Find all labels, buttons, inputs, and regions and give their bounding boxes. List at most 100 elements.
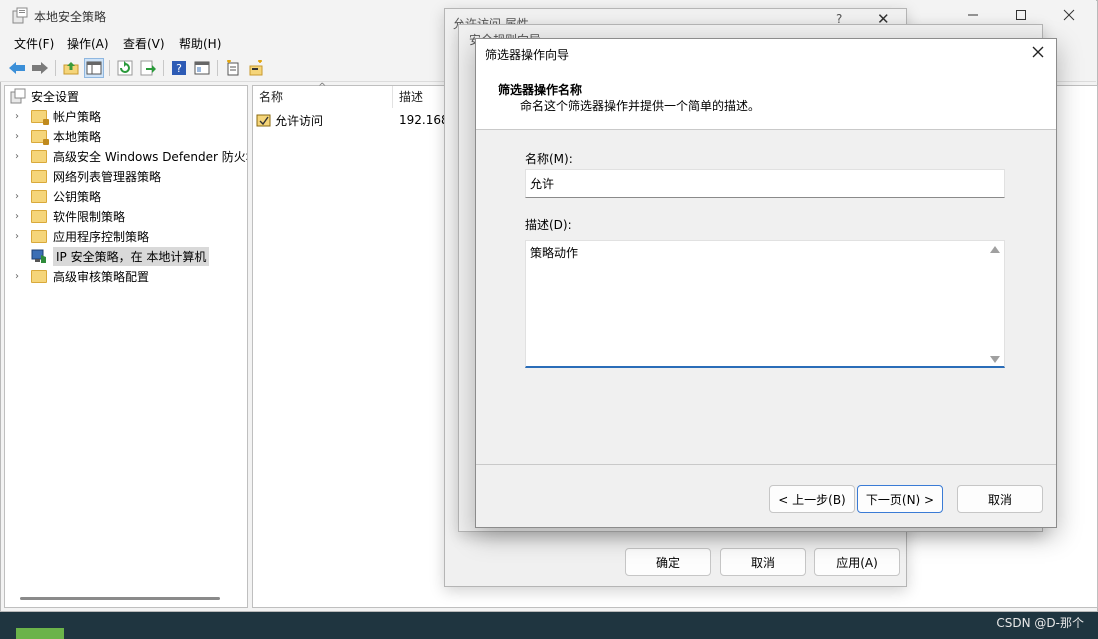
close-button[interactable]: [1046, 0, 1092, 30]
folder-icon: [31, 149, 47, 163]
tree-item-network-list[interactable]: 网络列表管理器策略: [5, 166, 161, 186]
toolbar-separator: [55, 60, 56, 76]
expand-arrow-icon[interactable]: ›: [15, 231, 25, 242]
tree-item-label: 帐户策略: [53, 109, 102, 124]
folder-icon: [31, 269, 47, 283]
tree-item-label: 网络列表管理器策略: [53, 169, 162, 184]
tree-item-label: IP 安全策略，在 本地计算机: [53, 246, 210, 266]
list-row[interactable]: 允许访问: [256, 111, 323, 129]
tree-item-ip-security[interactable]: IP 安全策略，在 本地计算机: [5, 246, 210, 266]
folder-icon: [31, 169, 47, 183]
new-policy-button[interactable]: [223, 58, 243, 78]
svg-text:?: ?: [176, 62, 182, 75]
description-text: 策略动作: [530, 246, 579, 260]
description-label: 描述(D):: [525, 218, 572, 232]
ip-security-icon: [31, 249, 46, 263]
folder-icon: [31, 189, 47, 203]
tree-item-defender-firewall[interactable]: › 高级安全 Windows Defender 防火墙: [5, 146, 248, 166]
add-rule-icon: [249, 60, 263, 76]
back-button[interactable]: [7, 58, 27, 78]
help-icon: ?: [172, 61, 186, 75]
close-icon: [1032, 46, 1044, 58]
tree-item-label: 软件限制策略: [53, 209, 126, 224]
new-policy-icon: [227, 60, 239, 76]
tree-item-advanced-audit[interactable]: › 高级审核策略配置: [5, 266, 149, 286]
window-title: 本地安全策略: [34, 10, 107, 24]
add-rule-button[interactable]: [246, 58, 266, 78]
properties-button[interactable]: [192, 58, 212, 78]
expand-arrow-icon[interactable]: ›: [15, 191, 25, 202]
tree-pane[interactable]: 安全设置 › 帐户策略 › 本地策略 › 高级安全 Windows Defend…: [4, 85, 248, 608]
maximize-icon: [1016, 10, 1026, 20]
close-icon: [1063, 9, 1075, 21]
column-header-name[interactable]: 名称: [259, 88, 283, 108]
filter-action-icon: [256, 114, 271, 127]
forward-button[interactable]: [30, 58, 50, 78]
column-header-description[interactable]: 描述: [399, 88, 423, 108]
apply-button[interactable]: 应用(A): [814, 548, 900, 576]
menu-help[interactable]: 帮助(H): [179, 35, 221, 52]
properties-cancel-button[interactable]: 取消: [720, 548, 806, 576]
show-hide-tree-icon: [86, 61, 102, 75]
expand-arrow-icon[interactable]: ›: [15, 271, 25, 282]
tree-item-app-control[interactable]: › 应用程序控制策略: [5, 226, 149, 246]
wizard-title: 筛选器操作向导: [485, 48, 570, 62]
locked-folder-icon: [31, 129, 49, 145]
watermark: CSDN @D-那个: [996, 616, 1084, 630]
next-step-button[interactable]: 下一页(N) >: [857, 485, 943, 513]
security-settings-icon: [10, 88, 26, 104]
tree-root-label: 安全设置: [31, 89, 80, 104]
scroll-up-icon[interactable]: [990, 246, 1000, 253]
tree-item-account-policy[interactable]: › 帐户策略: [5, 106, 101, 126]
tree-item-local-policy[interactable]: › 本地策略: [5, 126, 101, 146]
ok-button[interactable]: 确定: [625, 548, 711, 576]
export-list-button[interactable]: [138, 58, 158, 78]
toolbar-separator: [217, 60, 218, 76]
up-folder-button[interactable]: [61, 58, 81, 78]
properties-icon: [194, 61, 210, 75]
menu-action[interactable]: 操作(A): [67, 35, 109, 52]
tree-item-label: 高级安全 Windows Defender 防火墙: [53, 149, 248, 164]
tree-horizontal-scrollbar[interactable]: [20, 597, 220, 600]
list-cell-description: 192.168: [399, 113, 449, 127]
expand-arrow-icon[interactable]: ›: [15, 111, 25, 122]
wizard-separator: [476, 464, 1056, 465]
name-label: 名称(M):: [525, 152, 573, 166]
column-separator[interactable]: [392, 86, 393, 108]
minimize-icon: [968, 14, 978, 16]
folder-icon: [31, 229, 47, 243]
expand-arrow-icon[interactable]: ›: [15, 151, 25, 162]
expand-arrow-icon[interactable]: ›: [15, 131, 25, 142]
tree-item-software-restriction[interactable]: › 软件限制策略: [5, 206, 125, 226]
menu-view[interactable]: 查看(V): [123, 35, 165, 52]
description-textarea[interactable]: [525, 240, 1005, 368]
sort-ascending-icon: ^: [318, 82, 327, 93]
name-input[interactable]: [525, 169, 1005, 198]
list-cell-name: 允许访问: [275, 113, 324, 128]
scroll-down-icon[interactable]: [990, 356, 1000, 363]
tree-item-public-key[interactable]: › 公钥策略: [5, 186, 101, 206]
security-policy-app-icon: [12, 7, 28, 24]
menu-file[interactable]: 文件(F): [14, 35, 54, 52]
show-hide-tree-button[interactable]: [84, 58, 104, 78]
forward-arrow-icon: [32, 62, 48, 74]
refresh-icon: [117, 60, 133, 76]
expand-arrow-icon[interactable]: ›: [15, 211, 25, 222]
folder-icon: [31, 209, 47, 223]
tree-item-label: 公钥策略: [53, 189, 102, 204]
toolbar-separator: [109, 60, 110, 76]
wizard-close-button[interactable]: [1032, 43, 1044, 62]
refresh-button[interactable]: [115, 58, 135, 78]
tree-item-label: 应用程序控制策略: [53, 229, 150, 244]
wizard-cancel-button[interactable]: 取消: [957, 485, 1043, 513]
tree-item-label: 高级审核策略配置: [53, 269, 150, 284]
wizard-heading: 筛选器操作名称: [498, 83, 583, 97]
toolbar-separator: [163, 60, 164, 76]
tree-item-label: 本地策略: [53, 129, 102, 144]
desktop-element: [16, 628, 64, 639]
locked-folder-icon: [31, 109, 49, 125]
back-step-button[interactable]: < 上一步(B): [769, 485, 855, 513]
export-list-icon: [140, 60, 156, 76]
tree-root-security-settings[interactable]: 安全设置: [5, 86, 79, 106]
help-button[interactable]: ?: [169, 58, 189, 78]
